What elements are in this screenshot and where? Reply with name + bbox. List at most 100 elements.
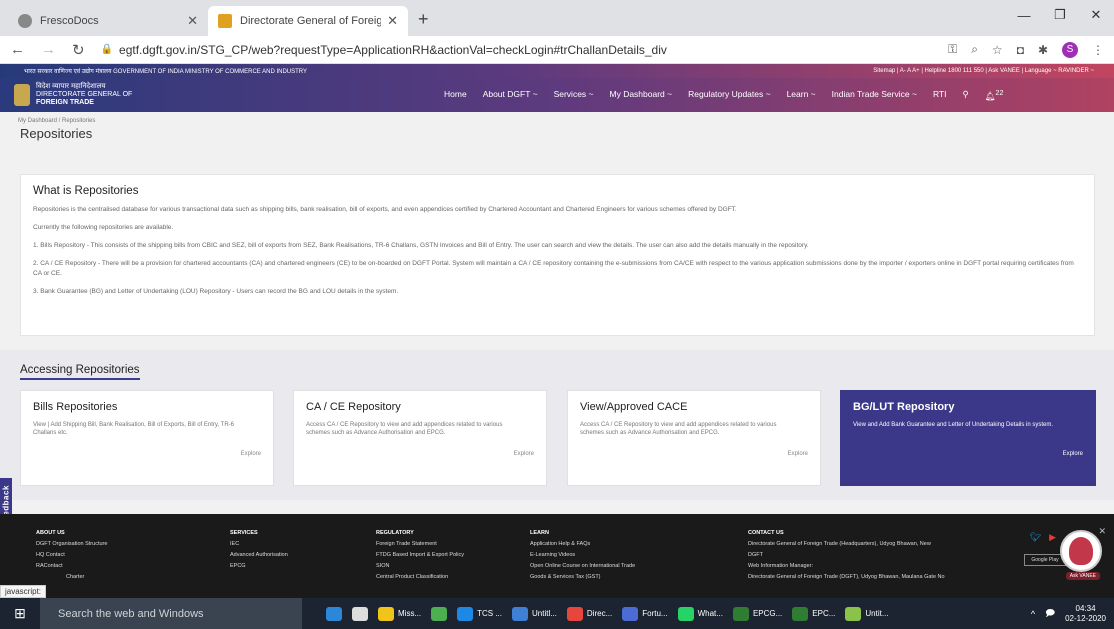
footer-link[interactable]: Open Online Course on International Trad… xyxy=(530,561,635,572)
footer-link[interactable]: DGFT Organisation Structure xyxy=(36,539,107,550)
taskbar-app[interactable]: Untitl... xyxy=(512,606,557,621)
chevron-up-icon[interactable]: ^ xyxy=(1031,609,1035,619)
card-view-approved[interactable]: View/Approved CACE Access CA / CE Reposi… xyxy=(567,390,821,486)
taskbar-app-label: Direc... xyxy=(586,609,613,618)
footer-link[interactable]: Goods & Services Tax (GST) xyxy=(530,572,635,583)
extension-icon[interactable]: ◘ xyxy=(1017,43,1024,57)
tab-frescodocs[interactable]: FrescoDocs ✕ xyxy=(8,6,208,36)
windows-start-icon[interactable]: ⊞ xyxy=(0,605,40,622)
taskbar-app[interactable] xyxy=(431,606,448,621)
accessing-section: Accessing Repositories Bills Repositorie… xyxy=(0,350,1114,500)
utility-links[interactable]: Sitemap | A- A A+ | Helpline 1800 111 55… xyxy=(873,68,1094,74)
taskbar-app[interactable] xyxy=(326,606,342,621)
twitter-icon[interactable]: 🐦︎ xyxy=(1030,532,1041,543)
explore-link[interactable]: Explore xyxy=(788,451,808,457)
footer-link[interactable]: Central Product Classification xyxy=(376,572,464,583)
card-bglut[interactable]: BG/LUT Repository View and Add Bank Guar… xyxy=(840,390,1096,486)
taskbar-app[interactable]: TCS ... xyxy=(457,606,502,621)
taskbar-app[interactable]: Miss... xyxy=(378,606,422,621)
maximize-icon[interactable]: ❐ xyxy=(1042,0,1078,30)
star-icon[interactable]: ☆ xyxy=(992,43,1003,57)
tab-dgft[interactable]: Directorate General of Foreign Tr ✕ xyxy=(208,6,408,36)
nav-rti[interactable]: RTI xyxy=(933,89,947,102)
taskbar-app[interactable]: Direc... xyxy=(566,606,613,621)
avatar-label[interactable]: Ask VANEE xyxy=(1065,572,1100,580)
browser-tabbar: FrescoDocs ✕ Directorate General of Fore… xyxy=(0,0,1114,36)
close-icon[interactable]: ✕ xyxy=(1098,526,1106,537)
footer-col-regulatory: REGULATORY Foreign Trade Statement FTDG … xyxy=(376,528,464,583)
back-icon[interactable]: ← xyxy=(10,41,25,58)
site-footer: ABOUT US DGFT Organisation Structure HQ … xyxy=(0,514,1114,598)
whatsapp-icon xyxy=(677,606,694,621)
close-window-icon[interactable]: ✕ xyxy=(1078,0,1114,30)
footer-link[interactable]: EPCG xyxy=(230,561,288,572)
taskbar-app-label: What... xyxy=(697,609,723,618)
nav-dashboard[interactable]: My Dashboard ~ xyxy=(610,89,673,102)
footer-col-contact: CONTACT US Directorate General of Foreig… xyxy=(748,528,945,583)
youtube-icon[interactable]: ▶ xyxy=(1049,532,1056,543)
taskbar-search[interactable]: Search the web and Windows xyxy=(40,598,302,629)
zoom-icon[interactable]: ⌕ xyxy=(971,42,978,57)
footer-link[interactable]: Foreign Trade Statement xyxy=(376,539,464,550)
explore-link[interactable]: Explore xyxy=(514,451,534,457)
footer-link[interactable]: Charter xyxy=(36,572,107,583)
close-icon[interactable]: ✕ xyxy=(387,13,398,29)
paint-icon xyxy=(845,606,862,621)
notification-icon[interactable]: 🗩 xyxy=(1045,606,1055,622)
footer-link[interactable]: IEC xyxy=(230,539,288,550)
taskbar-app-label: EPC... xyxy=(812,609,836,618)
footer-link[interactable]: HQ Contact xyxy=(36,550,107,561)
nav-services[interactable]: Services ~ xyxy=(554,89,594,102)
footer-heading: LEARN xyxy=(530,530,549,536)
footer-link[interactable]: Advanced Authorisation xyxy=(230,550,288,561)
nav-trade-service[interactable]: Indian Trade Service ~ xyxy=(832,89,917,102)
clock[interactable]: 04:34 02-12-2020 xyxy=(1065,604,1106,624)
store-icon xyxy=(352,606,368,621)
menu-icon[interactable]: ⋮ xyxy=(1092,43,1104,57)
url-field[interactable]: 🔒 egtf.dgft.gov.in/STG_CP/web?requestTyp… xyxy=(101,43,948,57)
search-icon[interactable]: ⚲ xyxy=(962,89,968,102)
task-view-icon xyxy=(326,606,342,621)
taskbar-app[interactable]: Fortu... xyxy=(622,606,668,621)
taskbar-app[interactable]: EPCG... xyxy=(732,606,782,621)
what-heading: What is Repositories xyxy=(33,185,139,197)
chat-avatar[interactable] xyxy=(1060,530,1102,572)
card-cace[interactable]: CA / CE Repository Access CA / CE Reposi… xyxy=(293,390,547,486)
taskbar-app[interactable]: Untit... xyxy=(845,606,889,621)
explore-link[interactable]: Explore xyxy=(1063,451,1083,457)
explore-link[interactable]: Explore xyxy=(241,451,261,457)
taskbar-app-label: Miss... xyxy=(398,609,422,618)
nav-regulatory[interactable]: Regulatory Updates ~ xyxy=(688,89,770,102)
nav-learn[interactable]: Learn ~ xyxy=(787,89,816,102)
footer-link[interactable]: Application Help & FAQs xyxy=(530,539,635,550)
footer-link[interactable]: E-Learning Videos xyxy=(530,550,635,561)
new-tab-button[interactable]: + xyxy=(408,9,439,36)
breadcrumb[interactable]: My Dashboard / Repositories xyxy=(0,112,1114,126)
taskbar-app[interactable] xyxy=(352,606,368,621)
taskbar-app-label: Untit... xyxy=(865,609,889,618)
paint-icon xyxy=(512,606,528,621)
forward-icon[interactable]: → xyxy=(41,41,56,58)
puzzle-icon[interactable]: ✱ xyxy=(1038,43,1048,57)
footer-link[interactable]: SION xyxy=(376,561,464,572)
taskbar-app[interactable]: What... xyxy=(677,606,723,621)
card-desc: View and Add Bank Guarantee and Letter o… xyxy=(853,422,1054,428)
bell-icon[interactable]: 🔔︎22 xyxy=(985,89,1004,102)
taskbar-app[interactable]: EPC... xyxy=(792,606,836,621)
nav-home[interactable]: Home xyxy=(444,89,467,102)
fresco-icon xyxy=(18,14,32,28)
para-available: Currently the following repositories are… xyxy=(33,224,174,231)
minimize-icon[interactable]: — xyxy=(1006,0,1042,30)
reload-icon[interactable]: ↻ xyxy=(72,41,85,59)
gov-label: भारत सरकार वाणिज्य एवं उद्योग मंत्रालय G… xyxy=(24,69,308,75)
site-logo[interactable]: विदेश व्यापार महानिदेशालय DIRECTORATE GE… xyxy=(14,83,444,107)
para-bg: 3. Bank Guarantee (BG) and Letter of Und… xyxy=(33,288,399,295)
nav-about[interactable]: About DGFT ~ xyxy=(483,89,538,102)
ie-icon xyxy=(457,606,474,621)
key-icon[interactable]: ⚿ xyxy=(948,42,957,57)
card-bills[interactable]: Bills Repositories View | Add Shipping B… xyxy=(20,390,274,486)
close-icon[interactable]: ✕ xyxy=(187,13,198,29)
profile-avatar[interactable]: S xyxy=(1062,41,1078,58)
footer-link[interactable]: RAContact xyxy=(36,561,107,572)
footer-link[interactable]: FTDG Based Import & Export Policy xyxy=(376,550,464,561)
